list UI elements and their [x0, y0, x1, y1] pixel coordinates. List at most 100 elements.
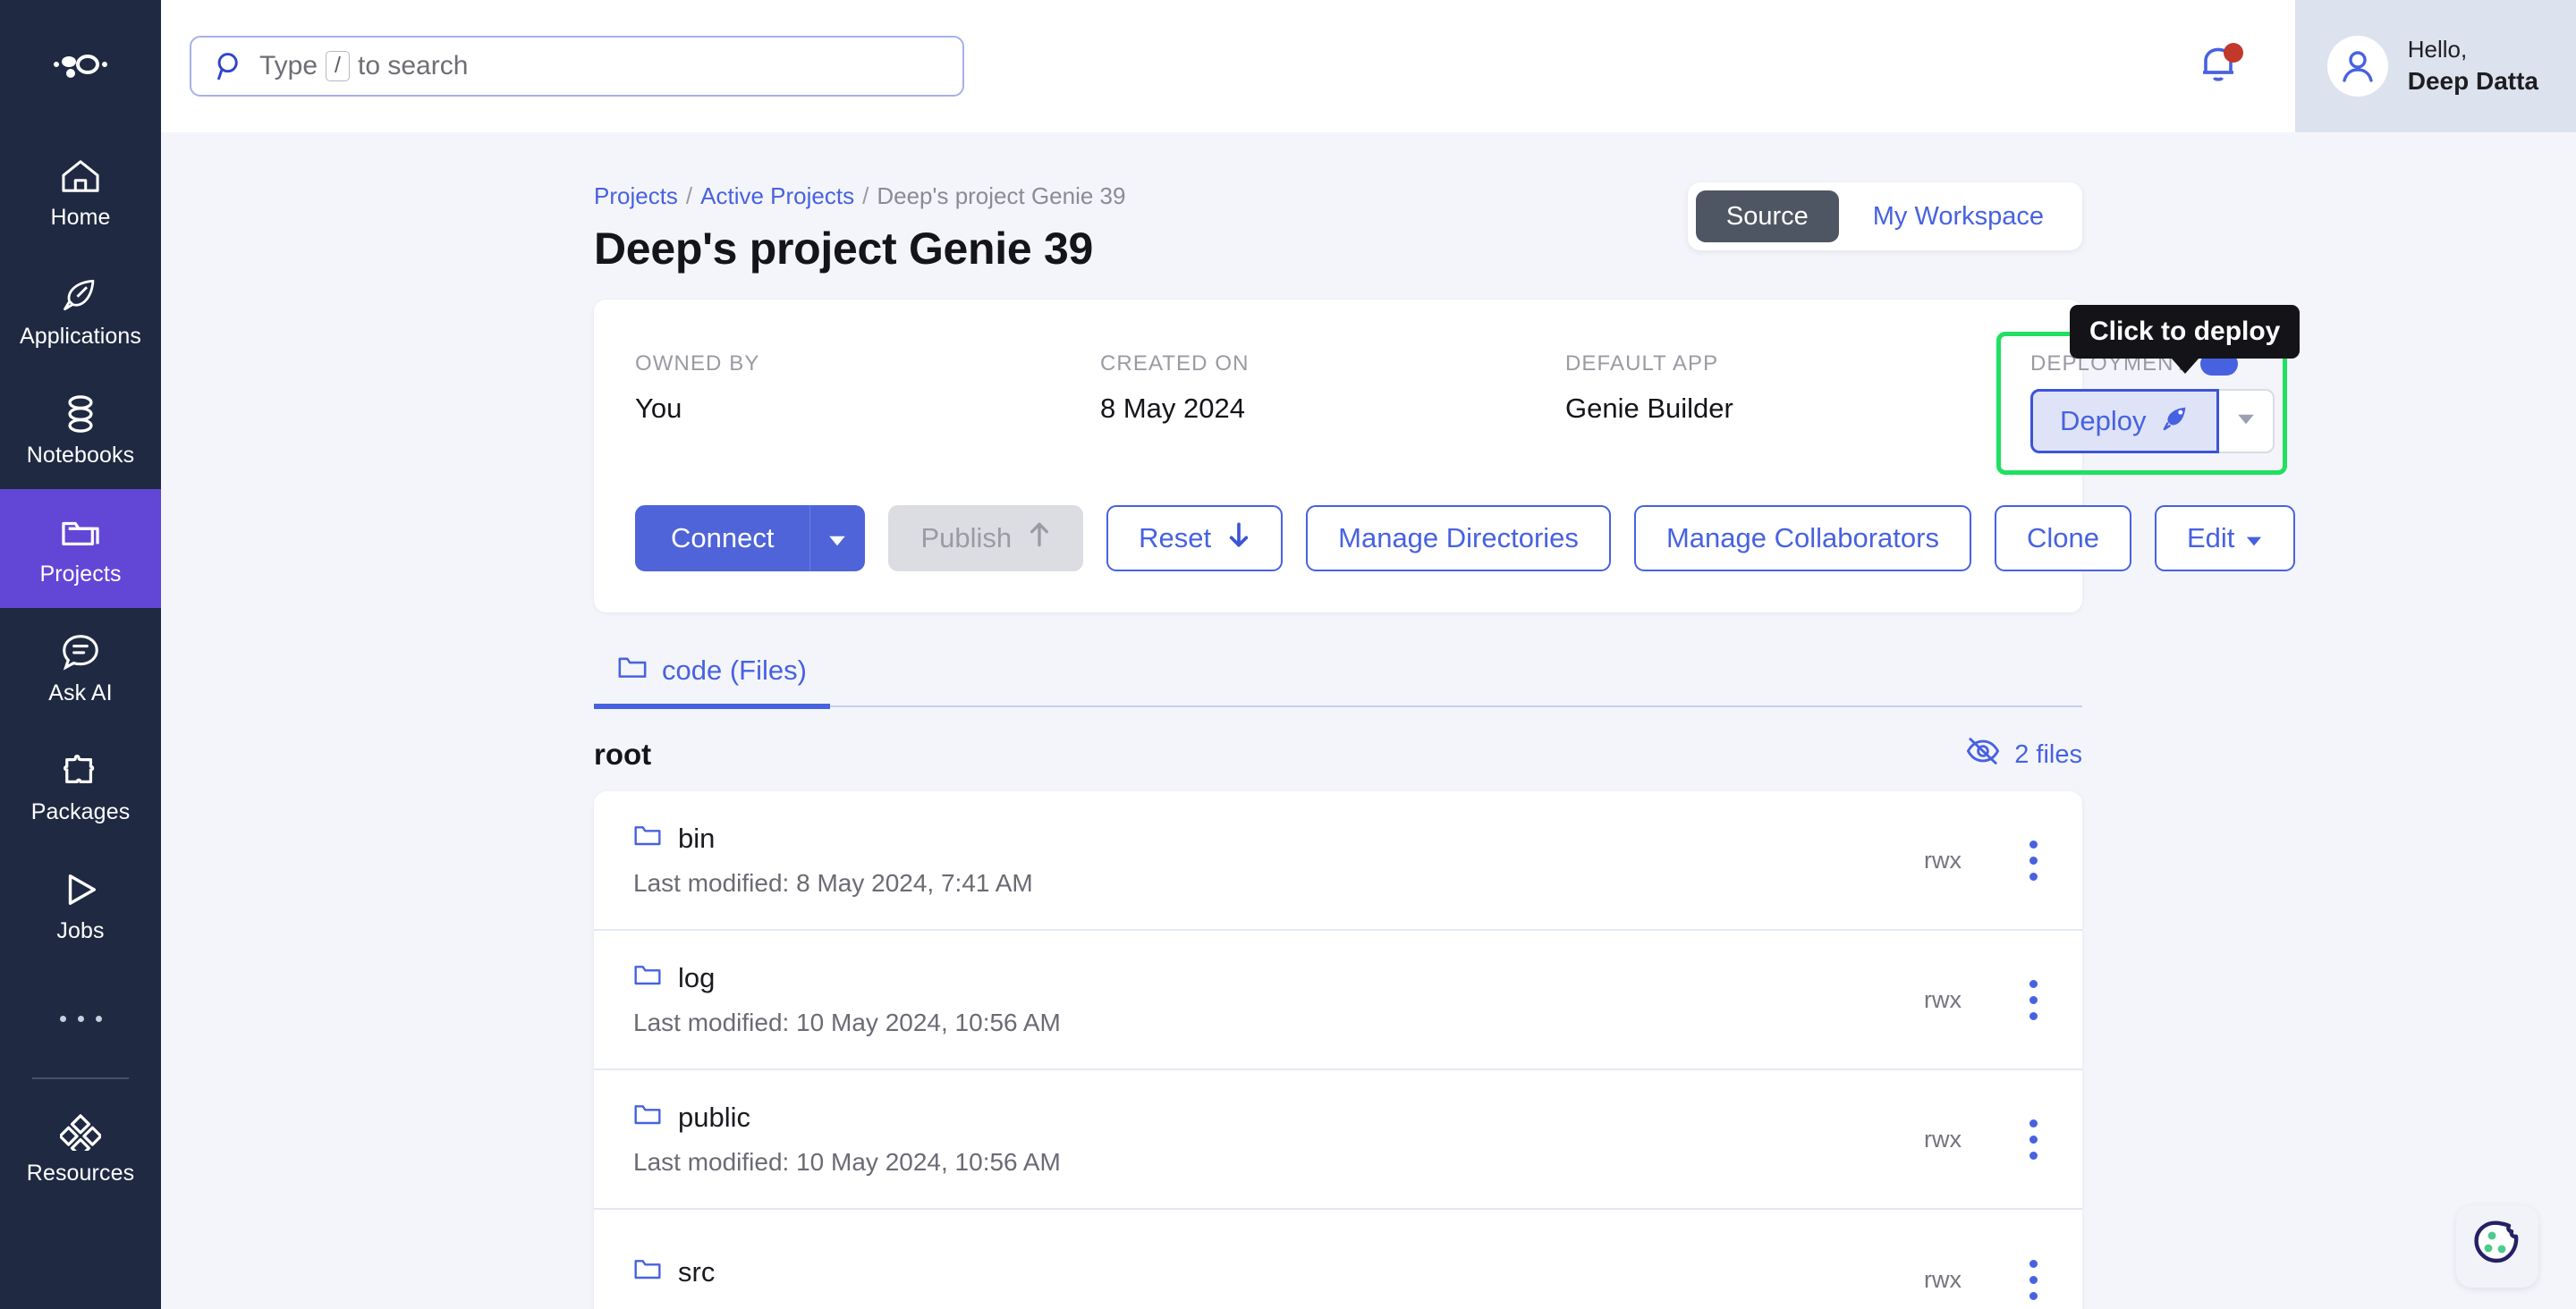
kebab-menu-icon[interactable]	[2017, 1254, 2050, 1305]
breadcrumb-separator: /	[862, 182, 869, 209]
hidden-files-toggle[interactable]: 2 files	[1966, 738, 2082, 772]
chevron-down-icon	[2236, 413, 2256, 430]
manage-collaborators-button[interactable]: Manage Collaborators	[1633, 505, 1971, 571]
meta-value: 8 May 2024	[1100, 393, 1245, 424]
meta-owned-by: OWNED BY You	[635, 351, 1100, 453]
search-input[interactable]: Type / to search	[190, 36, 964, 97]
edit-button-label: Edit	[2186, 522, 2235, 553]
file-name-text: bin	[678, 823, 716, 854]
file-permissions: rwx	[1924, 1125, 1962, 1153]
meta-default-app: DEFAULT APP Genie Builder	[1565, 351, 2030, 453]
hidden-files-label: 2 files	[2014, 739, 2082, 769]
table-row[interactable]: bin Last modified: 8 May 2024, 7:41 AM r…	[594, 791, 2082, 931]
file-modified-text: Last modified: 10 May 2024, 10:56 AM	[633, 1148, 1061, 1176]
folder-icon	[617, 654, 648, 688]
sidebar-item-applications[interactable]: Applications	[0, 251, 161, 370]
deploy-tooltip: Click to deploy	[2070, 305, 2301, 359]
sidebar-item-label: Ask AI	[48, 680, 113, 705]
sidebar-item-jobs[interactable]: Jobs	[0, 846, 161, 965]
deploy-button-label: Deploy	[2060, 405, 2147, 436]
deploy-button-group: Deploy	[2030, 389, 2275, 453]
file-permissions: rwx	[1924, 846, 1962, 874]
sidebar-item-notebooks[interactable]: Notebooks	[0, 370, 161, 489]
table-row[interactable]: src rwx	[594, 1210, 2082, 1309]
reset-button-label: Reset	[1139, 522, 1212, 553]
kebab-menu-icon[interactable]	[2017, 975, 2050, 1026]
publish-button: Publish	[888, 505, 1084, 571]
project-meta-row: OWNED BY You CREATED ON 8 May 2024 DEFAU…	[635, 305, 2301, 475]
file-name-text: log	[678, 962, 716, 993]
avatar	[2326, 36, 2388, 97]
sidebar-item-home[interactable]: Home	[0, 132, 161, 251]
meta-value: Genie Builder	[1565, 393, 1733, 424]
sidebar-more-button[interactable]	[0, 965, 161, 1072]
table-row[interactable]: log Last modified: 10 May 2024, 10:56 AM…	[594, 931, 2082, 1070]
edit-button[interactable]: Edit	[2154, 505, 2296, 571]
sidebar-item-label: Jobs	[56, 917, 105, 943]
breadcrumb-item-projects[interactable]: Projects	[594, 182, 678, 210]
view-toggle-my-workspace[interactable]: My Workspace	[1843, 190, 2074, 242]
page-content: Projects / Active Projects / Deep's proj…	[161, 132, 2576, 1309]
publish-button-label: Publish	[920, 522, 1013, 553]
sidebar-item-label: Applications	[19, 323, 141, 349]
home-icon	[60, 156, 101, 197]
sidebar-item-label: Resources	[26, 1160, 135, 1186]
connect-options-button[interactable]	[809, 505, 866, 571]
sidebar-item-resources[interactable]: Resources	[0, 1088, 161, 1207]
kebab-menu-icon[interactable]	[2017, 835, 2050, 886]
main-sidebar: Home Applications Notebooks Projects Ask…	[0, 0, 161, 1309]
file-row-main: log Last modified: 10 May 2024, 10:56 AM	[633, 962, 1924, 1037]
user-menu[interactable]: Hello, Deep Datta	[2294, 0, 2576, 132]
breadcrumb-item-active-projects[interactable]: Active Projects	[700, 182, 854, 210]
file-list: bin Last modified: 8 May 2024, 7:41 AM r…	[594, 791, 2082, 1309]
manage-directories-button[interactable]: Manage Directories	[1306, 505, 1611, 571]
tab-code-files[interactable]: code (Files)	[594, 654, 830, 709]
deploy-button[interactable]: Deploy	[2030, 389, 2219, 453]
eye-off-icon	[1966, 738, 2000, 772]
sidebar-item-label: Packages	[30, 798, 131, 824]
arrow-down-icon	[1227, 521, 1250, 555]
notifications-button[interactable]	[2141, 0, 2295, 132]
folder-icon	[633, 823, 662, 855]
sidebar-divider	[32, 1077, 129, 1079]
top-bar-right: Hello, Deep Datta	[2141, 0, 2576, 132]
rocket-icon	[60, 274, 101, 316]
meta-label: OWNED BY	[635, 351, 760, 376]
file-modified-text: Last modified: 10 May 2024, 10:56 AM	[633, 1009, 1061, 1036]
root-path-label: root	[594, 738, 652, 771]
user-greeting: Hello, Deep Datta	[2408, 34, 2538, 97]
page-title: Deep's project Genie 39	[594, 224, 1093, 274]
file-permissions: rwx	[1924, 985, 1962, 1013]
sidebar-item-packages[interactable]: Packages	[0, 727, 161, 846]
main-region: Type / to search Hello, Deep Datta Proje…	[161, 0, 2576, 1309]
view-toggle-source[interactable]: Source	[1695, 190, 1839, 242]
breadcrumb-separator: /	[685, 182, 693, 209]
file-row-main: bin Last modified: 8 May 2024, 7:41 AM	[633, 823, 1924, 898]
folder-icon	[60, 512, 101, 553]
database-stack-icon	[65, 393, 96, 435]
connect-button-group: Connect	[635, 505, 866, 571]
chevron-down-icon	[827, 522, 847, 554]
cookie-settings-button[interactable]	[2456, 1205, 2538, 1288]
arrow-up-icon	[1028, 521, 1051, 555]
greeting-text: Hello,	[2407, 36, 2468, 63]
app-logo[interactable]	[0, 0, 161, 132]
meta-label: DEFAULT APP	[1565, 351, 1719, 376]
file-row-main: src	[633, 1256, 1924, 1303]
file-name-cell: log	[633, 962, 1924, 994]
folder-icon	[633, 1256, 662, 1288]
kebab-menu-icon[interactable]	[2017, 1114, 2050, 1165]
table-row[interactable]: public Last modified: 10 May 2024, 10:56…	[594, 1070, 2082, 1210]
reset-button[interactable]: Reset	[1106, 505, 1284, 571]
sidebar-item-projects[interactable]: Projects	[0, 489, 161, 608]
folder-icon	[633, 1102, 662, 1134]
gigantum-dots-logo-icon	[54, 55, 107, 78]
sidebar-item-ask-ai[interactable]: Ask AI	[0, 608, 161, 727]
notification-badge-dot	[2223, 43, 2243, 63]
connect-button[interactable]: Connect	[635, 505, 810, 571]
app-root: Home Applications Notebooks Projects Ask…	[0, 0, 2576, 1309]
search-prefix: Type	[259, 51, 318, 80]
sidebar-item-label: Notebooks	[26, 442, 135, 468]
clone-button[interactable]: Clone	[1994, 505, 2131, 571]
deploy-options-button[interactable]	[2218, 389, 2275, 453]
